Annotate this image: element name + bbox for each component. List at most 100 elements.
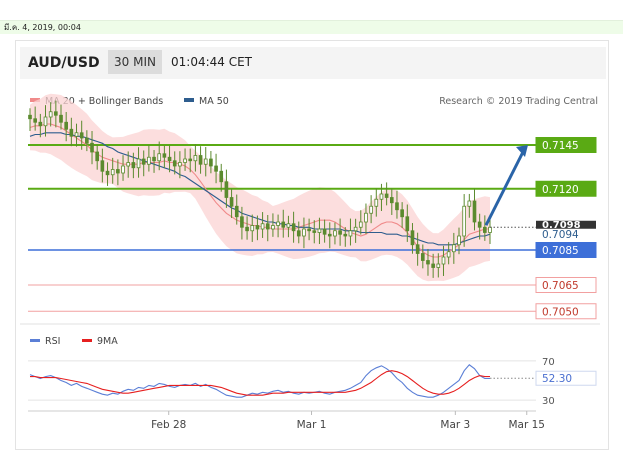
- rsi-legend-label: RSI: [45, 336, 60, 347]
- rsi-tick-label: 30: [542, 396, 555, 407]
- candle-body: [379, 193, 384, 200]
- candle-body: [245, 226, 249, 232]
- 9ma-legend-label: 9MA: [97, 336, 118, 347]
- candle-body: [462, 205, 466, 237]
- candle-body: [446, 251, 451, 258]
- candle-body: [343, 233, 348, 237]
- x-tick-label: Feb 28: [151, 419, 186, 431]
- candle-body: [307, 228, 311, 232]
- candle-body: [172, 160, 177, 167]
- candle-body: [286, 223, 291, 228]
- rsi-tick-label: 70: [542, 357, 555, 368]
- candle-body: [395, 202, 399, 211]
- level-label: 0.7145: [542, 140, 579, 152]
- last-price-label: 0.7098: [542, 220, 581, 231]
- candle-body: [152, 156, 156, 162]
- candle-body: [338, 230, 342, 235]
- candle-body: [296, 230, 301, 237]
- candle-body: [79, 132, 84, 139]
- candle-body: [389, 197, 394, 204]
- candle-body: [54, 111, 58, 116]
- candle-body: [193, 155, 198, 162]
- candle-body: [291, 223, 296, 232]
- candle-body: [426, 260, 430, 265]
- ma50-legend-label: MA 50: [199, 96, 229, 107]
- candle-body: [74, 132, 79, 137]
- candle-body: [353, 226, 358, 232]
- candle-body: [162, 153, 167, 158]
- candle-body: [265, 223, 270, 230]
- candle-body: [105, 170, 110, 176]
- candle-body: [348, 230, 353, 237]
- candle-body: [405, 216, 410, 232]
- candle-body: [441, 256, 446, 265]
- 9ma-legend-swatch: [82, 339, 92, 342]
- candle-body: [384, 193, 389, 198]
- candle-body: [410, 230, 415, 246]
- candle-body: [90, 142, 94, 153]
- forecast-arrow-shaft: [484, 149, 526, 226]
- rsi-value-label: 52.30: [542, 373, 572, 385]
- x-tick-label: Mar 15: [508, 419, 545, 431]
- level-label: 0.7085: [542, 245, 579, 257]
- candle-body: [240, 216, 244, 228]
- candle-body: [28, 114, 32, 120]
- candle-body: [477, 221, 482, 228]
- candle-body: [369, 205, 373, 214]
- candle-body: [451, 244, 456, 253]
- candle-body: [431, 263, 435, 268]
- candle-body: [131, 162, 136, 169]
- candle-body: [312, 230, 317, 233]
- candle-body: [203, 158, 208, 165]
- level-label: 0.7120: [542, 184, 579, 196]
- candle-body: [374, 198, 379, 207]
- candle-body: [255, 225, 260, 230]
- candle-body: [415, 244, 420, 254]
- candle-body: [317, 228, 322, 233]
- candle-body: [178, 162, 182, 167]
- candle-body: [467, 200, 472, 207]
- candle-body: [59, 114, 63, 123]
- candle-body: [38, 121, 43, 127]
- candle-body: [322, 228, 327, 235]
- candle-body: [116, 169, 120, 174]
- candle-body: [157, 153, 162, 162]
- candle-body: [209, 158, 213, 167]
- bollinger-band: [30, 93, 490, 282]
- candle-body: [260, 223, 265, 230]
- candle-body: [69, 128, 74, 137]
- candle-body: [136, 158, 141, 169]
- candle-body: [141, 158, 146, 165]
- level-label: 0.7050: [542, 306, 579, 318]
- rsi-line: [29, 364, 490, 398]
- candle-body: [43, 116, 48, 127]
- candle-body: [121, 165, 125, 174]
- candle-body: [214, 165, 218, 172]
- candle-body: [483, 226, 487, 233]
- candle-body: [126, 162, 131, 167]
- candle-body: [358, 221, 363, 228]
- candle-body: [250, 225, 255, 232]
- candle-body: [420, 253, 425, 261]
- rsi-legend: RSI 9MA: [30, 336, 118, 347]
- candle-body: [219, 170, 224, 183]
- rsi-legend-swatch: [30, 339, 40, 342]
- candle-body: [234, 205, 239, 218]
- candle-body: [436, 263, 441, 268]
- candle-body: [302, 228, 306, 237]
- candle-body: [364, 212, 368, 223]
- candle-body: [33, 118, 37, 123]
- 9ma-line: [30, 370, 490, 396]
- candle-body: [271, 225, 275, 230]
- x-tick-label: Mar 3: [440, 419, 470, 431]
- candle-body: [224, 181, 229, 198]
- candle-body: [110, 169, 115, 176]
- candle-body: [48, 111, 53, 118]
- copyright-label: Research © 2019 Trading Central: [439, 96, 598, 107]
- price-chart: MA 20 + Bollinger Bands MA 50 Research ©…: [20, 93, 600, 431]
- candle-body: [281, 221, 286, 228]
- candle-body: [198, 155, 203, 165]
- candle-body: [85, 137, 89, 144]
- legend: MA 20 + Bollinger Bands MA 50 Research ©…: [30, 96, 598, 107]
- candle-body: [400, 209, 404, 218]
